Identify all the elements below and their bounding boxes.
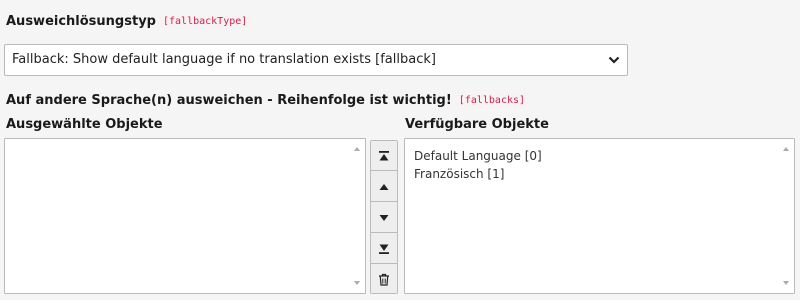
fallback-type-label: Ausweichlösungstyp [fallbackType] [6,14,251,30]
trash-icon [379,273,389,286]
selected-items-header: Ausgewählte Objekte [6,117,163,132]
selected-items-container [5,139,365,147]
available-items-container: Default Language [0] Französisch [1] [405,139,794,183]
fallback-type-select[interactable]: Fallback: Show default language if no tr… [4,44,628,76]
move-to-bottom-icon [379,244,389,254]
available-items-header: Verfügbare Objekte [405,117,549,132]
fallbacks-label-text: Auf andere Sprache(n) ausweichen - Reihe… [6,93,452,108]
scroll-down-icon[interactable] [781,279,791,287]
fallback-type-selected-value: Fallback: Show default language if no tr… [12,52,436,67]
move-to-bottom-button[interactable] [371,234,397,264]
move-to-top-button[interactable] [371,141,397,171]
remove-item-button[interactable] [371,265,397,293]
move-up-icon [379,183,389,190]
fallbacks-label: Auf andere Sprache(n) ausweichen - Reihe… [6,93,529,109]
scroll-up-icon[interactable] [352,145,362,153]
move-down-button[interactable] [371,203,397,233]
fallback-type-label-text: Ausweichlösungstyp [6,14,156,29]
selected-items-list[interactable] [4,138,366,294]
item-actions-toolbar [370,140,398,294]
available-item-default-language[interactable]: Default Language [0] [405,147,794,165]
move-up-button[interactable] [371,172,397,202]
scroll-up-icon[interactable] [781,145,791,153]
fallback-type-field-code: [fallbackType] [159,15,251,28]
move-down-icon [379,214,389,221]
chevron-down-icon [607,45,621,75]
scroll-down-icon[interactable] [352,279,362,287]
move-to-top-icon [379,150,389,160]
fallbacks-field-code: [fallbacks] [455,94,529,107]
available-items-list[interactable]: Default Language [0] Französisch [1] [404,138,795,294]
available-item-franzoesisch[interactable]: Französisch [1] [405,165,794,183]
